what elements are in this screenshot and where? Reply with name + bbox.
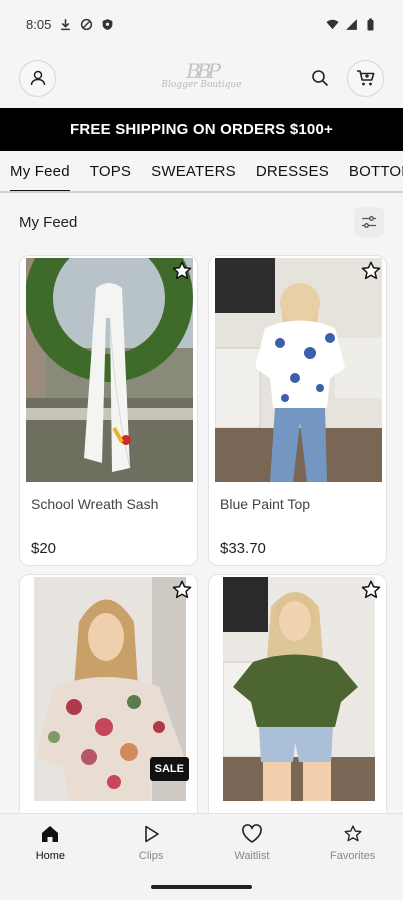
wifi-icon (326, 19, 339, 29)
feed-header: My Feed (0, 203, 403, 241)
logo-monogram: BBP (186, 59, 221, 83)
product-price: $33.70 (220, 540, 266, 557)
product-card[interactable]: SALE (19, 574, 198, 834)
nav-favorites[interactable]: Favorites (302, 814, 403, 900)
product-card[interactable]: Blue Paint Top $33.70 (208, 255, 387, 566)
shield-icon (81, 18, 93, 30)
app-bar: BBP Blogger Boutique (0, 48, 403, 108)
favorite-star-icon[interactable] (360, 579, 382, 601)
filter-sliders-icon (362, 216, 376, 228)
home-indicator[interactable] (151, 885, 252, 889)
tab-label: TOPS (89, 163, 132, 180)
profile-button[interactable] (19, 59, 56, 97)
tab-label: BOTTOMS (348, 163, 403, 180)
favorite-star-icon[interactable] (360, 260, 382, 282)
promo-banner-text: FREE SHIPPING ON ORDERS $100+ (70, 121, 333, 138)
feed-title: My Feed (19, 213, 78, 231)
product-image[interactable] (26, 258, 193, 482)
tab-label: DRESSES (255, 163, 329, 180)
status-time: 8:05 (26, 16, 52, 32)
sale-badge: SALE (149, 757, 189, 781)
nav-home[interactable]: Home (0, 814, 101, 900)
battery-icon (367, 18, 374, 30)
cart-icon (356, 70, 374, 86)
product-price: $20 (31, 540, 57, 557)
tab-sweaters[interactable]: SWEATERS (141, 151, 246, 192)
product-card[interactable]: School Wreath Sash $20 (19, 255, 198, 566)
category-tabs: My Feed TOPS SWEATERS DRESSES BOTTOMS (0, 151, 403, 193)
product-name: School Wreath Sash (31, 496, 159, 512)
star-icon (344, 825, 362, 842)
tab-label: My Feed (10, 163, 70, 180)
promo-banner[interactable]: FREE SHIPPING ON ORDERS $100+ (0, 108, 403, 151)
tab-dresses[interactable]: DRESSES (246, 151, 339, 192)
download-icon (61, 18, 71, 30)
home-icon (42, 826, 59, 842)
tab-tops[interactable]: TOPS (80, 151, 141, 192)
signal-icon (346, 18, 357, 30)
search-button[interactable] (307, 65, 333, 91)
tab-bottoms[interactable]: BOTTOMS (339, 151, 403, 192)
profile-icon (30, 70, 45, 86)
brand-logo[interactable]: BBP Blogger Boutique (161, 59, 242, 91)
search-icon (312, 70, 329, 87)
favorite-star-icon[interactable] (171, 579, 193, 601)
cart-button[interactable] (347, 59, 384, 97)
product-image[interactable] (223, 577, 375, 801)
filter-button[interactable] (354, 207, 384, 237)
product-image[interactable] (215, 258, 382, 482)
favorite-star-icon[interactable] (171, 260, 193, 282)
tab-label: SWEATERS (151, 163, 236, 180)
logo-text: Blogger Boutique (161, 80, 242, 90)
nav-label: Waitlist (234, 850, 270, 862)
heart-icon (242, 824, 262, 843)
nav-label: Favorites (330, 850, 376, 862)
shield-alt-icon (102, 18, 113, 30)
nav-label: Clips (138, 850, 164, 862)
product-card[interactable] (208, 574, 387, 834)
tab-my-feed[interactable]: My Feed (0, 151, 70, 192)
tabs-scroll-indicator (0, 191, 403, 193)
product-name: Blue Paint Top (220, 496, 311, 512)
status-bar: 8:05 (0, 0, 403, 48)
play-icon (145, 825, 159, 843)
nav-label: Home (35, 850, 66, 862)
